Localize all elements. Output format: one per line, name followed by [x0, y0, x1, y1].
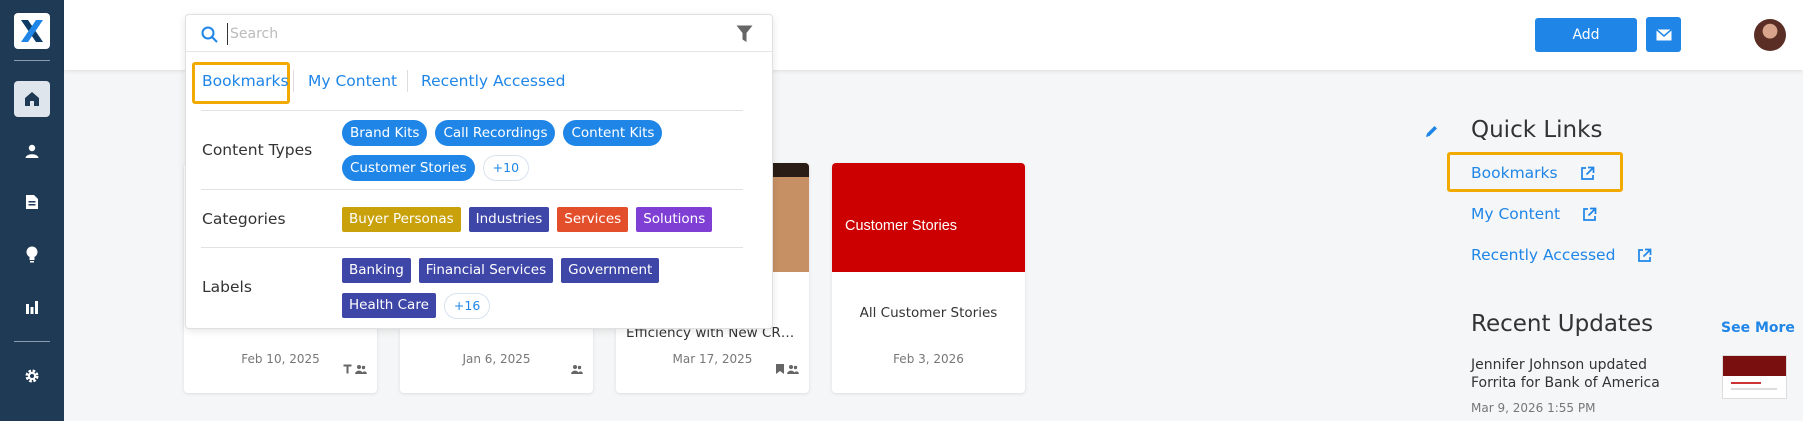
labels-more-chip[interactable]: +16	[443, 293, 491, 319]
labels-chips: Banking Financial Services Government	[342, 258, 660, 283]
external-link-icon	[1638, 248, 1652, 262]
category-chip[interactable]: Buyer Personas	[342, 207, 461, 232]
quick-link-label: Bookmarks	[1471, 164, 1558, 182]
content-card[interactable]: Customer Stories All Customer Stories Fe…	[832, 163, 1025, 393]
category-chip[interactable]: Industries	[468, 207, 550, 232]
gear-icon	[25, 369, 39, 383]
search-input[interactable]	[227, 23, 707, 45]
content-type-chip[interactable]: Call Recordings	[435, 120, 556, 146]
category-chip[interactable]: Services	[557, 207, 629, 232]
mail-button[interactable]	[1646, 17, 1681, 52]
sidebar-item-home[interactable]	[14, 81, 50, 117]
content-type-chip[interactable]: Content Kits	[563, 120, 663, 146]
labels-label: Labels	[202, 278, 252, 296]
card-date: Jan 6, 2025	[462, 352, 531, 366]
bar-chart-icon	[26, 301, 38, 314]
sidebar-item-ideas[interactable]	[14, 236, 50, 272]
card-title: All Customer Stories	[859, 305, 998, 321]
label-chip[interactable]: Financial Services	[418, 258, 554, 283]
quick-link-label: Recently Accessed	[1471, 246, 1616, 264]
labels-chips: Health Care +16	[342, 293, 491, 319]
content-type-chip[interactable]: Customer Stories	[342, 155, 475, 181]
divider	[201, 189, 743, 190]
external-link-icon	[1580, 166, 1594, 180]
mail-icon	[1655, 28, 1672, 40]
filter-icon[interactable]	[736, 25, 753, 43]
lightbulb-icon	[26, 246, 38, 262]
search-icon	[201, 26, 218, 43]
content-types-chips: Customer Stories +10	[342, 155, 530, 181]
quick-link-label: My Content	[1471, 205, 1561, 223]
text-icon	[343, 364, 352, 374]
quick-link-bookmarks[interactable]: Bookmarks	[1471, 164, 1595, 182]
user-icon	[25, 144, 39, 158]
logo-x-icon	[21, 20, 43, 42]
card-icons	[776, 364, 799, 374]
sidebar-divider	[14, 60, 50, 61]
recent-update-thumbnail[interactable]	[1722, 355, 1787, 399]
tab-recently-accessed[interactable]: Recently Accessed	[421, 72, 565, 90]
card-thumbnail: Customer Stories	[832, 163, 1025, 272]
divider	[201, 247, 743, 248]
search-dropdown: Bookmarks My Content Recently Accessed C…	[185, 14, 773, 329]
recent-update-text[interactable]: Jennifer Johnson updated Forrita for Ban…	[1471, 356, 1671, 392]
add-button[interactable]: Add	[1535, 18, 1637, 52]
sidebar	[0, 0, 64, 421]
group-icon	[571, 365, 583, 374]
card-icons	[571, 364, 583, 374]
content-types-label: Content Types	[202, 141, 313, 159]
document-icon	[26, 195, 38, 209]
recent-updates-title: Recent Updates	[1471, 311, 1654, 337]
search-bar	[186, 15, 772, 52]
tab-my-content[interactable]: My Content	[308, 72, 397, 90]
sidebar-item-analytics[interactable]	[14, 289, 50, 325]
sidebar-divider	[14, 341, 50, 342]
external-link-icon	[1583, 207, 1597, 221]
sidebar-item-content[interactable]	[14, 184, 50, 220]
app-logo[interactable]	[14, 13, 50, 49]
content-types-chips: Brand Kits Call Recordings Content Kits	[342, 120, 663, 146]
label-chip[interactable]: Government	[561, 258, 660, 283]
label-chip[interactable]: Health Care	[342, 293, 436, 318]
card-icons	[343, 364, 367, 374]
edit-quick-links-button[interactable]	[1424, 124, 1439, 143]
see-more-link[interactable]: See More	[1721, 320, 1795, 336]
recent-update-date: Mar 9, 2026 1:55 PM	[1471, 401, 1596, 415]
pencil-icon	[1426, 126, 1437, 137]
divider	[201, 110, 743, 111]
group-icon	[787, 365, 799, 374]
label-chip[interactable]: Banking	[342, 258, 411, 283]
categories-label: Categories	[202, 210, 286, 228]
group-icon	[355, 365, 367, 374]
quick-link-my-content[interactable]: My Content	[1471, 205, 1597, 223]
content-type-chip[interactable]: Brand Kits	[342, 120, 428, 146]
sidebar-item-users[interactable]	[14, 133, 50, 169]
categories-chips: Buyer Personas Industries Services Solut…	[342, 207, 713, 232]
bookmark-icon	[776, 364, 784, 374]
card-image-text: Customer Stories	[845, 218, 958, 234]
user-avatar[interactable]	[1754, 19, 1786, 51]
quick-links-title: Quick Links	[1471, 117, 1603, 143]
tab-bookmarks[interactable]: Bookmarks	[202, 72, 289, 90]
quick-link-recently-accessed[interactable]: Recently Accessed	[1471, 246, 1652, 264]
home-icon	[25, 92, 39, 106]
category-chip[interactable]: Solutions	[636, 207, 713, 232]
content-types-more-chip[interactable]: +10	[482, 155, 530, 181]
tab-separator	[293, 70, 294, 92]
tab-separator	[407, 70, 408, 92]
sidebar-item-settings[interactable]	[14, 358, 50, 394]
card-date: Feb 3, 2026	[893, 352, 964, 366]
